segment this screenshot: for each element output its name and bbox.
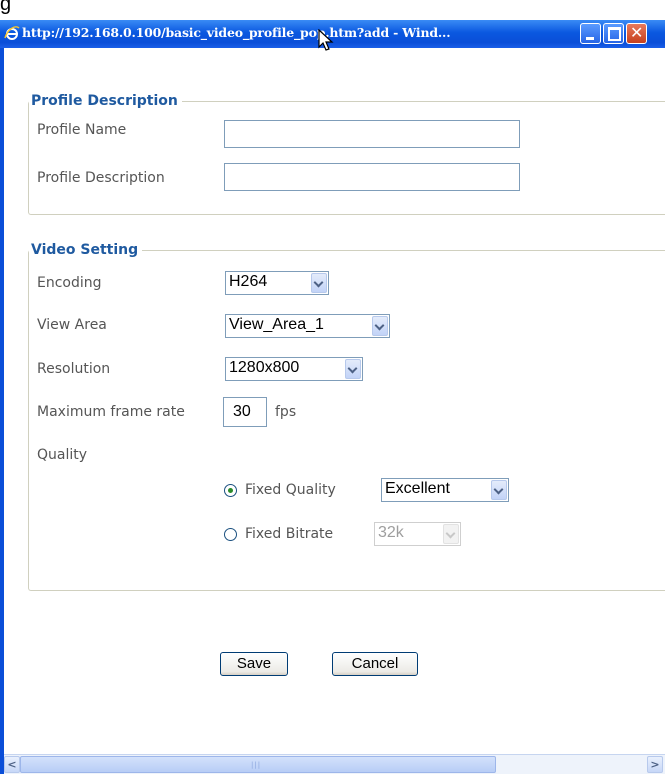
encoding-value: H264 [229, 273, 268, 290]
profile-name-label: Profile Name [37, 122, 127, 138]
encoding-label: Encoding [37, 275, 102, 291]
encoding-select[interactable]: H264 [225, 271, 329, 295]
frame-rate-unit: fps [275, 404, 297, 420]
minimize-button[interactable] [580, 23, 601, 44]
resolution-label: Resolution [37, 361, 111, 377]
cancel-button[interactable]: Cancel [332, 652, 418, 676]
chevron-down-icon[interactable] [311, 273, 327, 293]
quality-label: Quality [37, 447, 88, 463]
chevron-down-icon[interactable] [491, 480, 507, 500]
profile-description-group: Profile Description [28, 93, 665, 215]
maximize-button[interactable] [603, 23, 624, 44]
radio-selected-dot [228, 488, 233, 493]
profile-description-label: Profile Description [37, 170, 165, 186]
resolution-select[interactable]: 1280x800 [225, 357, 363, 381]
resolution-value: 1280x800 [229, 359, 300, 376]
fixed-bitrate-radio[interactable] [224, 528, 237, 541]
scroll-left-arrow[interactable]: < [4, 756, 20, 773]
close-button[interactable]: ✕ [626, 23, 647, 44]
chevron-down-icon[interactable] [345, 359, 361, 379]
window-title: http://192.168.0.100/basic_video_profile… [22, 25, 451, 40]
frame-rate-label: Maximum frame rate [37, 404, 185, 420]
fixed-bitrate-value: 32k [378, 524, 404, 541]
chevron-down-icon[interactable] [372, 316, 388, 336]
scroll-grip-icon: ||| [251, 761, 262, 769]
fixed-quality-label[interactable]: Fixed Quality [245, 482, 336, 498]
fixed-quality-value: Excellent [385, 480, 450, 497]
page-fragment: g [0, 0, 665, 20]
fixed-quality-select[interactable]: Excellent [381, 478, 509, 502]
save-button[interactable]: Save [220, 652, 288, 676]
scroll-thumb[interactable]: ||| [20, 756, 496, 773]
view-area-select[interactable]: View_Area_1 [225, 314, 390, 338]
fragment-text: g [0, 0, 12, 15]
video-setting-legend: Video Setting [31, 242, 139, 258]
client-area: Profile Description Profile Name Profile… [4, 48, 665, 740]
ie-icon [4, 26, 20, 40]
fixed-bitrate-label[interactable]: Fixed Bitrate [245, 526, 333, 542]
close-icon: ✕ [630, 23, 644, 42]
mouse-cursor-icon [318, 29, 334, 51]
frame-rate-value: 30 [233, 403, 251, 420]
profile-description-legend: Profile Description [31, 93, 178, 109]
scroll-right-arrow[interactable]: > [647, 756, 663, 773]
chevron-down-icon [443, 524, 459, 544]
fixed-quality-radio[interactable] [224, 484, 237, 497]
view-area-label: View Area [37, 317, 107, 333]
profile-name-input[interactable] [224, 120, 520, 148]
frame-rate-input[interactable]: 30 [223, 397, 267, 427]
fixed-bitrate-select: 32k [374, 522, 461, 546]
view-area-value: View_Area_1 [229, 316, 324, 333]
profile-description-input[interactable] [224, 163, 520, 191]
horizontal-scrollbar[interactable]: < ||| > [4, 754, 665, 774]
